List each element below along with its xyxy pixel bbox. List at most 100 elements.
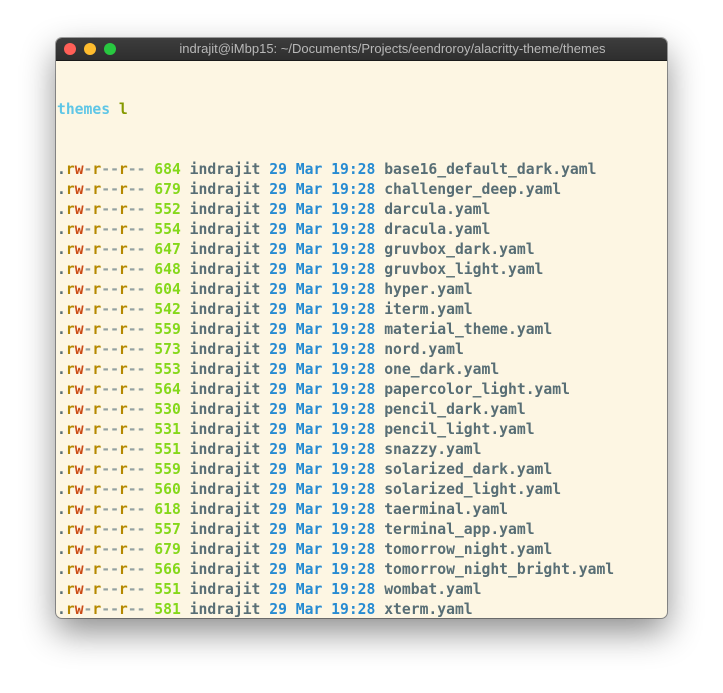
permissions: .rw-r--r-- xyxy=(57,421,146,438)
list-item: .rw-r--r-- 566 indrajit 29 Mar 19:28 tom… xyxy=(57,560,667,580)
file-day: 29 xyxy=(269,321,287,338)
list-item: .rw-r--r-- 530 indrajit 29 Mar 19:28 pen… xyxy=(57,400,667,420)
permissions: .rw-r--r-- xyxy=(57,461,146,478)
file-time: 19:28 xyxy=(331,261,376,278)
file-size: 559 xyxy=(154,461,181,478)
file-owner: indrajit xyxy=(189,341,261,358)
minimize-button[interactable] xyxy=(84,43,96,55)
permissions: .rw-r--r-- xyxy=(57,481,146,498)
command-line: themes l xyxy=(57,100,667,120)
file-time: 19:28 xyxy=(331,421,376,438)
file-month: Mar xyxy=(295,201,323,218)
file-time: 19:28 xyxy=(331,241,376,258)
file-name: gruvbox_dark.yaml xyxy=(384,241,535,258)
file-day: 29 xyxy=(269,481,287,498)
maximize-button[interactable] xyxy=(104,43,116,55)
file-time: 19:28 xyxy=(331,161,376,178)
file-month: Mar xyxy=(295,261,323,278)
command-text: l xyxy=(118,101,128,118)
prompt-directory: themes xyxy=(57,101,111,118)
file-month: Mar xyxy=(295,421,323,438)
file-name: iterm.yaml xyxy=(384,301,473,318)
file-name: hyper.yaml xyxy=(384,281,473,298)
file-day: 29 xyxy=(269,521,287,538)
list-item: .rw-r--r-- 531 indrajit 29 Mar 19:28 pen… xyxy=(57,420,667,440)
file-month: Mar xyxy=(295,161,323,178)
file-month: Mar xyxy=(295,361,323,378)
permissions: .rw-r--r-- xyxy=(57,221,146,238)
file-size: 564 xyxy=(154,381,181,398)
file-size: 604 xyxy=(154,281,181,298)
file-size: 530 xyxy=(154,401,181,418)
list-item: .rw-r--r-- 551 indrajit 29 Mar 19:28 sna… xyxy=(57,440,667,460)
file-time: 19:28 xyxy=(331,381,376,398)
file-name: xterm.yaml xyxy=(384,601,473,618)
list-item: .rw-r--r-- 679 indrajit 29 Mar 19:28 cha… xyxy=(57,180,667,200)
list-item: .rw-r--r-- 618 indrajit 29 Mar 19:28 tae… xyxy=(57,500,667,520)
file-month: Mar xyxy=(295,301,323,318)
permissions: .rw-r--r-- xyxy=(57,521,146,538)
file-owner: indrajit xyxy=(189,421,261,438)
file-name: challenger_deep.yaml xyxy=(384,181,562,198)
file-time: 19:28 xyxy=(331,581,376,598)
list-item: .rw-r--r-- 553 indrajit 29 Mar 19:28 one… xyxy=(57,360,667,380)
permissions: .rw-r--r-- xyxy=(57,341,146,358)
file-owner: indrajit xyxy=(189,261,261,278)
file-owner: indrajit xyxy=(189,501,261,518)
file-size: 618 xyxy=(154,501,181,518)
file-size: 573 xyxy=(154,341,181,358)
file-owner: indrajit xyxy=(189,161,261,178)
file-month: Mar xyxy=(295,321,323,338)
file-day: 29 xyxy=(269,201,287,218)
file-name: terminal_app.yaml xyxy=(384,521,535,538)
list-item: .rw-r--r-- 604 indrajit 29 Mar 19:28 hyp… xyxy=(57,280,667,300)
list-item: .rw-r--r-- 684 indrajit 29 Mar 19:28 bas… xyxy=(57,160,667,180)
file-day: 29 xyxy=(269,461,287,478)
file-month: Mar xyxy=(295,221,323,238)
file-owner: indrajit xyxy=(189,301,261,318)
file-day: 29 xyxy=(269,581,287,598)
file-owner: indrajit xyxy=(189,321,261,338)
file-owner: indrajit xyxy=(189,521,261,538)
file-listing: .rw-r--r-- 684 indrajit 29 Mar 19:28 bas… xyxy=(57,160,667,618)
file-size: 552 xyxy=(154,201,181,218)
file-month: Mar xyxy=(295,241,323,258)
file-size: 648 xyxy=(154,261,181,278)
file-month: Mar xyxy=(295,281,323,298)
file-time: 19:28 xyxy=(331,501,376,518)
file-day: 29 xyxy=(269,281,287,298)
file-day: 29 xyxy=(269,181,287,198)
file-owner: indrajit xyxy=(189,181,261,198)
file-name: wombat.yaml xyxy=(384,581,482,598)
permissions: .rw-r--r-- xyxy=(57,181,146,198)
file-owner: indrajit xyxy=(189,561,261,578)
permissions: .rw-r--r-- xyxy=(57,241,146,258)
file-owner: indrajit xyxy=(189,401,261,418)
file-day: 29 xyxy=(269,261,287,278)
permissions: .rw-r--r-- xyxy=(57,261,146,278)
file-time: 19:28 xyxy=(331,561,376,578)
file-name: tomorrow_night_bright.yaml xyxy=(384,561,615,578)
file-day: 29 xyxy=(269,381,287,398)
title-bar[interactable]: indrajit@iMbp15: ~/Documents/Projects/ee… xyxy=(56,38,667,61)
file-size: 557 xyxy=(154,521,181,538)
file-day: 29 xyxy=(269,241,287,258)
file-month: Mar xyxy=(295,521,323,538)
list-item: .rw-r--r-- 559 indrajit 29 Mar 19:28 mat… xyxy=(57,320,667,340)
file-name: tomorrow_night.yaml xyxy=(384,541,553,558)
permissions: .rw-r--r-- xyxy=(57,561,146,578)
file-day: 29 xyxy=(269,161,287,178)
file-month: Mar xyxy=(295,401,323,418)
file-owner: indrajit xyxy=(189,441,261,458)
file-month: Mar xyxy=(295,601,323,618)
file-size: 684 xyxy=(154,161,181,178)
file-name: solarized_light.yaml xyxy=(384,481,562,498)
list-item: .rw-r--r-- 552 indrajit 29 Mar 19:28 dar… xyxy=(57,200,667,220)
terminal-output[interactable]: themes l .rw-r--r-- 684 indrajit 29 Mar … xyxy=(56,60,667,618)
file-month: Mar xyxy=(295,341,323,358)
list-item: .rw-r--r-- 647 indrajit 29 Mar 19:28 gru… xyxy=(57,240,667,260)
file-time: 19:28 xyxy=(331,401,376,418)
file-owner: indrajit xyxy=(189,201,261,218)
file-size: 581 xyxy=(154,601,181,618)
close-button[interactable] xyxy=(64,43,76,55)
